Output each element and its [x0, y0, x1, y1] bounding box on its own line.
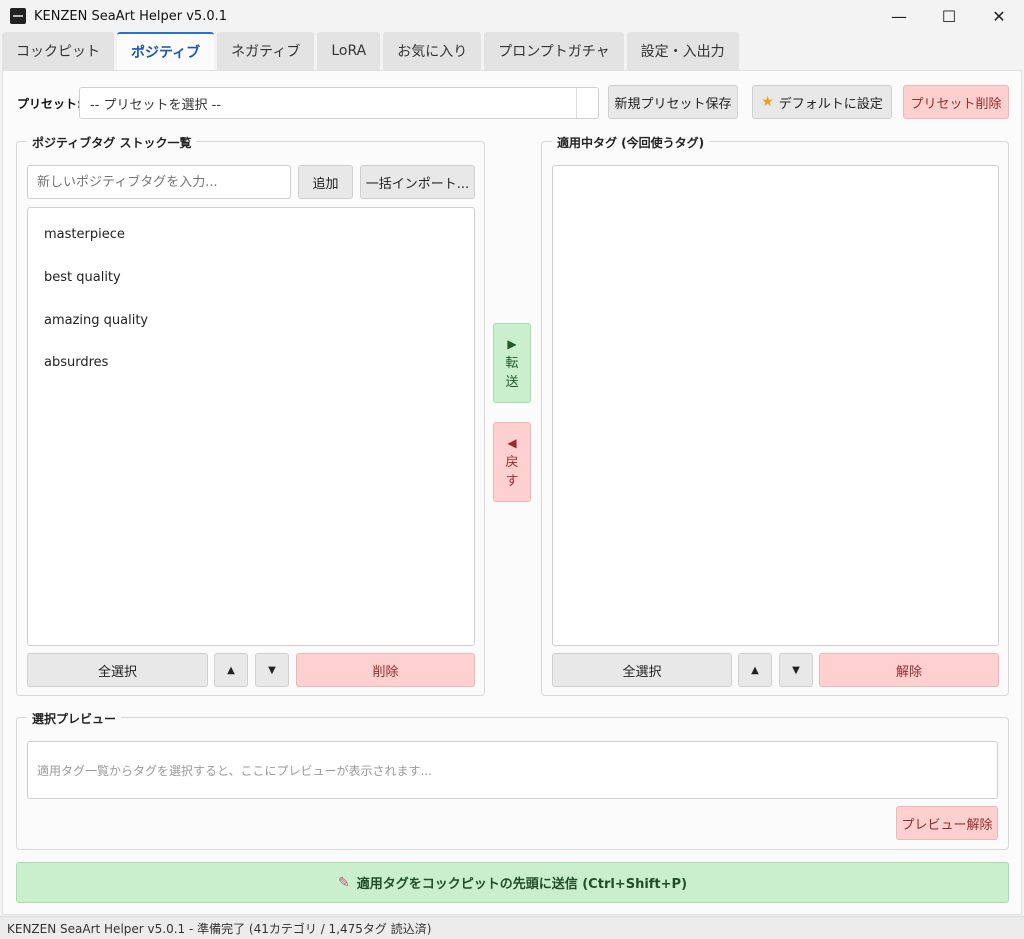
stock-group-title: ポジティブタグ ストック一覧: [27, 134, 197, 151]
send-to-cockpit-label: 適用タグをコックピットの先頭に送信 (Ctrl+Shift+P): [356, 877, 688, 892]
new-tag-input[interactable]: [27, 165, 291, 199]
syringe-icon: ✎: [337, 874, 350, 891]
preset-dropdown[interactable]: -- プリセットを選択 --: [79, 87, 599, 119]
set-default-button[interactable]: ★ デフォルトに設定: [752, 85, 892, 119]
tab-favorites[interactable]: お気に入り: [383, 32, 482, 70]
positive-tab-panel: プリセット: -- プリセットを選択 -- 新規プリセット保存 ★ デフォルトに…: [2, 70, 1022, 915]
delete-preset-button[interactable]: プリセット削除: [903, 85, 1009, 119]
transfer-forward-label-2: 送: [505, 374, 519, 390]
status-bar: KENZEN SeaArt Helper v5.0.1 - 準備完了 (41カテ…: [0, 916, 1024, 939]
transfer-forward-button[interactable]: ▶ 転 送: [493, 323, 531, 403]
list-item[interactable]: amazing quality: [44, 313, 148, 328]
star-icon: ★: [761, 94, 774, 110]
send-to-cockpit-button[interactable]: ✎ 適用タグをコックピットの先頭に送信 (Ctrl+Shift+P): [16, 862, 1009, 903]
applied-select-all-button[interactable]: 全選択: [552, 653, 732, 687]
transfer-forward-label-1: 転: [505, 355, 519, 371]
transfer-back-button[interactable]: ◀ 戻 す: [493, 422, 531, 502]
play-left-icon: ◀: [507, 435, 517, 450]
dropdown-arrow-icon[interactable]: [576, 88, 598, 118]
stock-group: ポジティブタグ ストック一覧 追加 一括インポート... masterpiece…: [16, 134, 485, 696]
transfer-back-label-2: す: [505, 473, 519, 489]
stock-delete-button[interactable]: 削除: [296, 653, 475, 687]
tab-lora[interactable]: LoRA: [317, 32, 381, 70]
applied-release-button[interactable]: 解除: [819, 653, 999, 687]
tab-positive[interactable]: ポジティブ: [117, 32, 215, 70]
tab-negative[interactable]: ネガティブ: [217, 32, 315, 70]
list-item[interactable]: masterpiece: [44, 227, 125, 242]
maximize-button[interactable]: ☐: [924, 0, 974, 32]
preview-group-title: 選択プレビュー: [27, 710, 122, 727]
status-text: KENZEN SeaArt Helper v5.0.1 - 準備完了 (41カテ…: [7, 921, 432, 936]
applied-move-up-button[interactable]: ▲: [738, 653, 772, 687]
window-title: KENZEN SeaArt Helper v5.0.1: [34, 8, 228, 24]
play-right-icon: ▶: [507, 336, 517, 351]
transfer-back-label-1: 戻: [505, 454, 519, 470]
preset-selected-value: -- プリセットを選択 --: [90, 97, 222, 113]
title-bar: KENZEN SeaArt Helper v5.0.1 — ☐ ✕: [0, 0, 1024, 32]
applied-move-down-button[interactable]: ▼: [779, 653, 813, 687]
add-tag-button[interactable]: 追加: [298, 165, 353, 199]
stock-select-all-button[interactable]: 全選択: [27, 653, 208, 687]
preset-label: プリセット:: [17, 97, 82, 111]
tab-cockpit[interactable]: コックピット: [2, 32, 114, 70]
applied-group-title: 適用中タグ (今回使うタグ): [552, 134, 710, 151]
applied-group: 適用中タグ (今回使うタグ) 全選択 ▲ ▼ 解除: [541, 134, 1009, 696]
tab-prompt-gacha[interactable]: プロンプトガチャ: [484, 32, 624, 70]
list-item[interactable]: best quality: [44, 270, 121, 285]
stock-tag-list[interactable]: masterpiece best quality amazing quality…: [27, 207, 475, 646]
minimize-button[interactable]: —: [874, 0, 924, 32]
stock-move-down-button[interactable]: ▼: [255, 653, 289, 687]
save-preset-button[interactable]: 新規プリセット保存: [608, 85, 738, 119]
app-logo-icon: [10, 8, 26, 24]
preview-text-area[interactable]: 適用タグ一覧からタグを選択すると、ここにプレビューが表示されます...: [27, 741, 998, 799]
stock-move-up-button[interactable]: ▲: [214, 653, 248, 687]
applied-tag-list[interactable]: [552, 165, 999, 646]
tab-bar: コックピット ポジティブ ネガティブ LoRA お気に入り プロンプトガチャ 設…: [0, 32, 1024, 71]
preview-group: 選択プレビュー 適用タグ一覧からタグを選択すると、ここにプレビューが表示されます…: [16, 710, 1009, 850]
window-controls: — ☐ ✕: [874, 0, 1024, 32]
tab-settings-io[interactable]: 設定・入出力: [626, 32, 739, 70]
bulk-import-button[interactable]: 一括インポート...: [360, 165, 475, 199]
set-default-label: デフォルトに設定: [778, 96, 883, 112]
preview-clear-button[interactable]: プレビュー解除: [896, 806, 998, 840]
list-item[interactable]: absurdres: [44, 355, 108, 370]
close-button[interactable]: ✕: [974, 0, 1024, 32]
